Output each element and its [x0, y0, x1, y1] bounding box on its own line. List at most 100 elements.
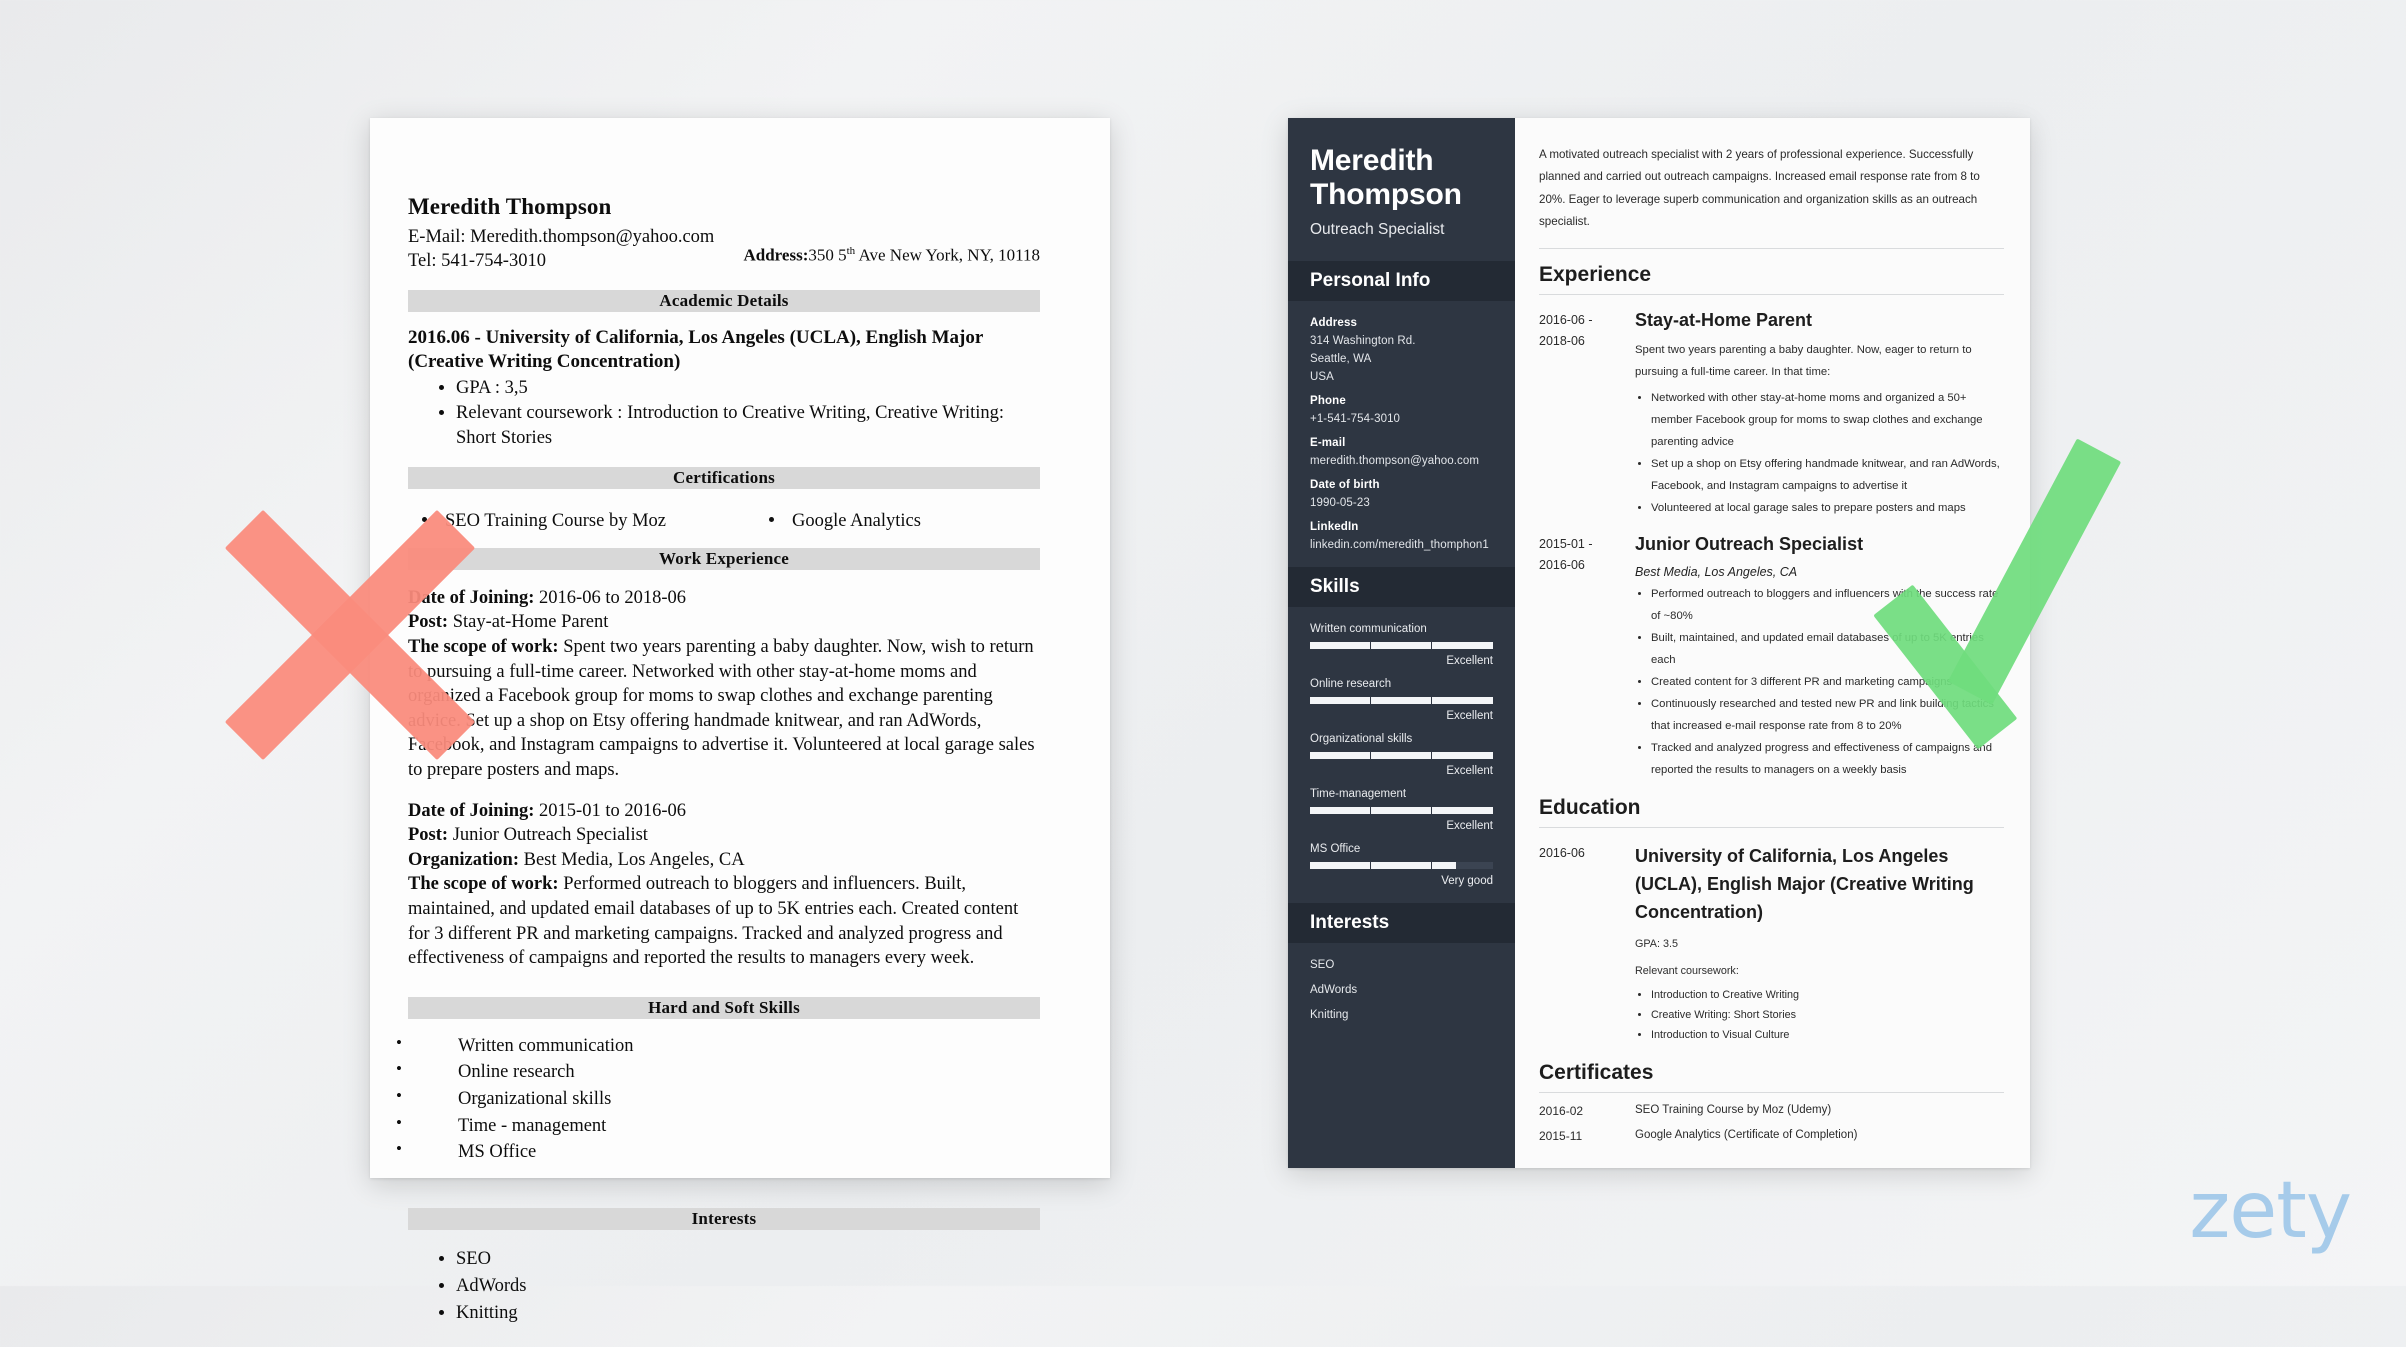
- field-label-linkedin: LinkedIn: [1310, 521, 1359, 534]
- section-heading-education: Education: [1539, 796, 2004, 829]
- field-label-email: E-mail: [1310, 437, 1346, 450]
- skill-name: Online research: [1310, 678, 1392, 691]
- list-item: MS Office: [396, 1137, 1052, 1166]
- experience-role: Stay-at-Home Parent: [1635, 310, 1813, 330]
- bad-section-skills: Hard and Soft Skills: [408, 996, 1040, 1019]
- skills-body: Written communication Excellent Online r…: [1288, 607, 1515, 903]
- skill-name: Organizational skills: [1310, 733, 1413, 746]
- experience-description: Spent two years parenting a baby daughte…: [1635, 343, 1972, 378]
- experience-bullets: Performed outreach to bloggers and influ…: [1635, 583, 2004, 781]
- education-coursework-label: Relevant coursework:: [1635, 965, 1739, 978]
- bad-job-scope-label: The scope of work:: [408, 636, 559, 657]
- education-entry: 2016-06 University of California, Los An…: [1539, 843, 2004, 1046]
- field-label-dob: Date of birth: [1310, 479, 1380, 492]
- field-value: 1990-05-23: [1310, 497, 1370, 510]
- date-to: 2018-06: [1539, 334, 1585, 349]
- list-item: Continuously researched and tested new P…: [1651, 693, 2004, 737]
- bad-job-org-label: Organization:: [408, 849, 519, 870]
- education-body: University of California, Los Angeles (U…: [1631, 843, 2004, 1046]
- interest-item: AdWords: [1310, 984, 1358, 997]
- bad-job-post-label: Post:: [408, 612, 449, 633]
- bad-certification-2: Google Analytics: [792, 510, 921, 531]
- bad-section-interests: Interests: [408, 1207, 1040, 1230]
- bad-job-date-value: 2015-01 to 2016-06: [534, 800, 687, 821]
- certificate-title: SEO Training Course by Moz (Udemy): [1635, 1103, 1832, 1116]
- list-item: SEO: [456, 1246, 1052, 1273]
- certificate-row: 2016-02 SEO Training Course by Moz (Udem…: [1539, 1104, 2004, 1118]
- skill-item: Online research Excellent: [1310, 678, 1493, 722]
- certificate-date: 2016-02: [1539, 1103, 1584, 1118]
- list-item: Relevant coursework : Introduction to Cr…: [456, 401, 1040, 451]
- bad-certifications-row: SEO Training Course by Moz Google Analyt…: [408, 511, 1040, 532]
- bad-job-entry: Date of Joining: 2015-01 to 2016-06 Post…: [408, 799, 1040, 971]
- experience-role: Junior Outreach Specialist: [1635, 534, 1864, 555]
- experience-dates: 2015-01 - 2016-06: [1539, 534, 1631, 781]
- skill-bar-fill: [1310, 862, 1457, 870]
- list-item: Introduction to Visual Culture: [1651, 1026, 2004, 1046]
- skill-bar-track: [1310, 807, 1493, 815]
- bad-job-entry: Date of Joining: 2016-06 to 2018-06 Post…: [408, 586, 1040, 783]
- skill-bar-fill: [1310, 752, 1493, 760]
- skill-bar-track: [1310, 697, 1493, 705]
- field-label-phone: Phone: [1310, 395, 1346, 408]
- bad-section-work: Work Experience: [408, 547, 1040, 570]
- bad-tel-line: Tel: 541-754-3010: [408, 251, 546, 272]
- bad-certification-1: SEO Training Course by Moz: [445, 510, 666, 531]
- skill-bar-fill: [1310, 697, 1493, 705]
- bad-skills-list: Written communication Online research Or…: [396, 1031, 1052, 1166]
- bad-section-academic: Academic Details: [408, 289, 1040, 312]
- education-coursework-list: Introduction to Creative Writing Creativ…: [1635, 986, 2004, 1046]
- candidate-name: Meredith Thompson: [1310, 144, 1462, 211]
- bad-job-post-label: Post:: [408, 825, 449, 846]
- list-item: Time - management: [396, 1111, 1052, 1140]
- experience-dates: 2016-06 - 2018-06: [1539, 310, 1631, 519]
- list-item: Created content for 3 different PR and m…: [1651, 671, 2004, 693]
- date-to: 2016-06: [1539, 558, 1585, 573]
- skill-name: Written communication: [1310, 623, 1427, 636]
- list-item: AdWords: [456, 1273, 1052, 1300]
- list-item: Volunteered at local garage sales to pre…: [1651, 497, 2004, 519]
- list-item: Networked with other stay-at-home moms a…: [1651, 387, 2004, 453]
- personal-info-body: Address 314 Washington Rd. Seattle, WA U…: [1288, 301, 1515, 567]
- bullet-icon: [422, 517, 427, 523]
- bad-address-pre: 350 5: [808, 245, 847, 265]
- bad-address-label: Address:: [743, 245, 809, 265]
- bad-job-scope-label: The scope of work:: [408, 874, 559, 895]
- bad-address-sup: th: [846, 245, 856, 257]
- sidebar-section-interests: Interests: [1288, 903, 1515, 944]
- list-item: Organizational skills: [396, 1084, 1052, 1113]
- skill-item: MS Office Very good: [1310, 843, 1493, 887]
- field-value: 314 Washington Rd.: [1310, 335, 1416, 348]
- field-value: +1-541-754-3010: [1310, 413, 1401, 426]
- skill-name: MS Office: [1310, 843, 1361, 856]
- bad-email-line: E-Mail: Meredith.thompson@yahoo.com: [408, 227, 715, 247]
- candidate-job-title: Outreach Specialist: [1310, 221, 1445, 239]
- field-value: meredith.thompson@yahoo.com: [1310, 455, 1480, 468]
- sidebar-section-personal-info: Personal Info: [1288, 261, 1515, 302]
- date-from: 2016-06 -: [1539, 313, 1593, 327]
- skill-rating: Excellent: [1446, 820, 1493, 833]
- resume-sidebar: Meredith Thompson Outreach Specialist Pe…: [1288, 118, 1515, 1168]
- experience-body: Stay-at-Home Parent Spent two years pare…: [1631, 310, 2004, 519]
- bad-interests-list: SEO AdWords Knitting: [396, 1246, 1052, 1327]
- sidebar-header: Meredith Thompson Outreach Specialist: [1288, 118, 1515, 261]
- section-heading-certificates: Certificates: [1539, 1061, 2004, 1093]
- bad-resume-document: Meredith Thompson E-Mail: Meredith.thomp…: [370, 118, 1110, 1323]
- experience-body: Junior Outreach Specialist Best Media, L…: [1631, 534, 2004, 781]
- experience-entry: 2015-01 - 2016-06 Junior Outreach Specia…: [1539, 534, 2004, 781]
- education-title: University of California, Los Angeles (U…: [1635, 846, 1974, 922]
- good-resume-document: Meredith Thompson Outreach Specialist Pe…: [1288, 118, 2030, 1168]
- bad-job-scope-value: Spent two years parenting a baby daughte…: [408, 636, 1035, 780]
- bad-contact-row: E-Mail: Meredith.thompson@yahoo.com Tel:…: [408, 225, 1052, 274]
- bad-job-date-label: Date of Joining:: [408, 587, 535, 608]
- list-item: GPA : 3,5: [456, 376, 1040, 401]
- skill-rating: Excellent: [1446, 710, 1493, 723]
- interests-body: SEO AdWords Knitting: [1288, 943, 1515, 1037]
- skill-rating: Very good: [1441, 875, 1493, 888]
- skill-bar-track: [1310, 752, 1493, 760]
- experience-organization: Best Media, Los Angeles, CA: [1635, 565, 1798, 580]
- interest-item: SEO: [1310, 959, 1335, 972]
- list-item: Written communication: [396, 1031, 1052, 1060]
- skill-rating: Excellent: [1446, 655, 1493, 668]
- skill-bar-track: [1310, 862, 1493, 870]
